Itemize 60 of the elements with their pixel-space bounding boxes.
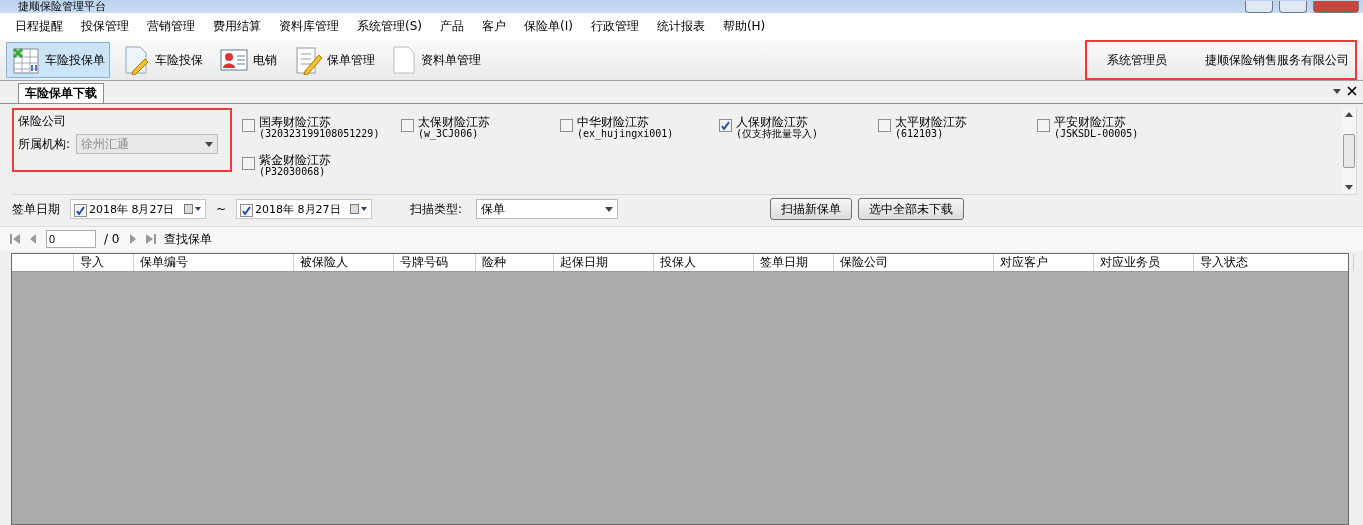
action-button[interactable]: 扫描新保单: [770, 198, 853, 220]
column-header[interactable]: 保单编号: [134, 254, 294, 271]
menu-item[interactable]: 帮助(H): [713, 18, 775, 35]
column-header[interactable]: 对应客户: [994, 254, 1094, 271]
page-input[interactable]: 0: [46, 230, 96, 248]
tab[interactable]: 车险保单下载: [18, 83, 104, 103]
page-total: / 0: [104, 232, 120, 246]
column-header[interactable]: 号牌号码: [394, 254, 476, 271]
date-field[interactable]: 2018年 8月27日: [70, 199, 206, 219]
column-header[interactable]: 投保人: [654, 254, 754, 271]
menu-item[interactable]: 统计报表: [647, 18, 714, 35]
company-name: 捷顺保险销售服务有限公司: [1205, 51, 1349, 69]
company-code: (仅支持批量导入): [736, 128, 819, 140]
company-code: (612103): [895, 128, 945, 140]
toolbar-button[interactable]: 车险投保单: [6, 42, 110, 78]
column-header[interactable]: 保险公司: [834, 254, 994, 271]
user-role: 系统管理员: [1107, 51, 1167, 69]
column-header[interactable]: 签单日期: [754, 254, 834, 271]
menu-item[interactable]: 费用结算: [204, 18, 270, 35]
menu-item[interactable]: 投保管理: [72, 18, 138, 35]
company-label: 紫金财险江苏: [259, 154, 331, 166]
company-label: 人保财险江苏: [736, 116, 808, 128]
company-code: (w_3CJ006): [418, 128, 480, 140]
toolbar-button[interactable]: 资料单管理: [386, 42, 486, 78]
field-label: 扫描类型:: [410, 200, 463, 218]
column-header[interactable]: 险种: [476, 254, 554, 271]
company-label: 太保财险江苏: [418, 116, 490, 128]
menu-item[interactable]: 行政管理: [581, 18, 648, 35]
column-header[interactable]: 导入: [74, 254, 134, 271]
menu-item[interactable]: 营销管理: [138, 18, 204, 35]
company-code: (P32030068): [259, 166, 327, 178]
menu-item[interactable]: 资料库管理: [270, 18, 348, 35]
company-code: (JSKSDL-00005): [1054, 128, 1139, 140]
company-label: 国寿财险江苏: [259, 116, 332, 128]
toolbar-button[interactable]: 保单管理: [288, 42, 380, 78]
range-separator: ~: [216, 202, 227, 216]
column-header[interactable]: 被保险人: [294, 254, 394, 271]
column-header[interactable]: 起保日期: [554, 254, 654, 271]
window-title: 捷顺保险管理平台: [17, 1, 106, 13]
column-header[interactable]: 对应业务员: [1094, 254, 1194, 271]
toolbar-button[interactable]: 车险投保: [116, 42, 208, 78]
company-label: 太平财险江苏: [895, 116, 967, 128]
company-code: (320323199108051229): [259, 128, 380, 140]
menu-item[interactable]: 客户: [473, 18, 515, 35]
field-label: 所属机构:: [18, 135, 71, 153]
action-button[interactable]: 选中全部未下载: [858, 198, 965, 220]
company-label: 平安财险江苏: [1054, 116, 1127, 128]
group-title: 保险公司: [18, 113, 67, 130]
menu-item[interactable]: 系统管理(S): [348, 18, 431, 35]
find-policy-link[interactable]: 查找保单: [163, 230, 212, 248]
company-label: 中华财险江苏: [577, 116, 650, 128]
menu-item[interactable]: 产品: [431, 18, 473, 35]
column-header[interactable]: 导入状态: [1194, 254, 1354, 271]
toolbar-button[interactable]: 电销: [214, 42, 282, 78]
menu-item[interactable]: 保险单(I): [515, 18, 582, 35]
scan-type-dropdown[interactable]: 保单: [476, 199, 619, 219]
field-label: 签单日期: [12, 200, 60, 218]
company-code: (ex_hujingxi001): [577, 128, 674, 140]
date-field[interactable]: 2018年 8月27日: [236, 199, 373, 219]
menu-item[interactable]: 日程提醒: [6, 18, 72, 35]
